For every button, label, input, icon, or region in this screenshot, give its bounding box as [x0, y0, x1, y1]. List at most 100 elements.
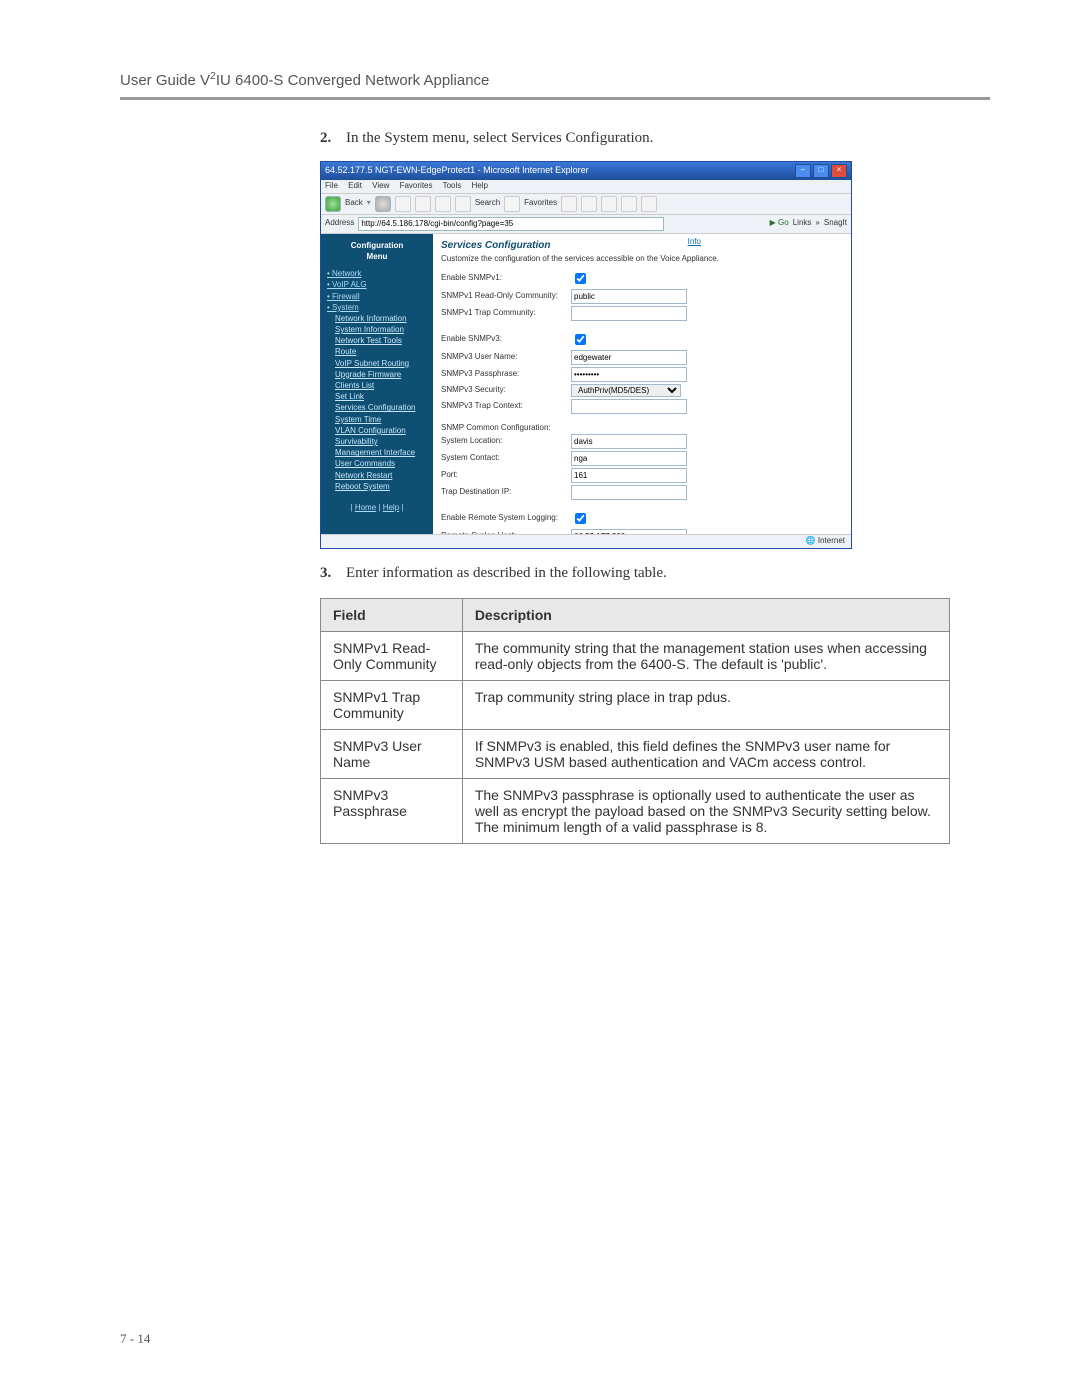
go-button[interactable]: ▶ Go: [770, 219, 789, 228]
lbl-snmpv1-ro: SNMPv1 Read-Only Community:: [441, 292, 571, 301]
lbl-enable-snmpv3: Enable SNMPv3:: [441, 335, 571, 344]
ie-statusbar: 🌐 Internet: [321, 534, 851, 548]
input-snmpv1-trap[interactable]: [571, 306, 687, 321]
lbl-enable-snmpv1: Enable SNMPv1:: [441, 274, 571, 283]
sidebar-sub-set-link[interactable]: Set Link: [335, 391, 427, 402]
minimize-button[interactable]: –: [795, 164, 811, 178]
header-prefix: User Guide V: [120, 72, 210, 89]
stop-icon[interactable]: [395, 196, 411, 212]
links-label[interactable]: Links: [793, 219, 812, 228]
mail-icon[interactable]: [581, 196, 597, 212]
sidebar-item-network[interactable]: Network: [327, 268, 427, 279]
step-3: 3. Enter information as described in the…: [320, 565, 950, 582]
sidebar-sub-upgrade[interactable]: Upgrade Firmware: [335, 369, 427, 380]
sidebar-sub-system-time[interactable]: System Time: [335, 414, 427, 425]
step-2: 2. In the System menu, select Services C…: [320, 130, 950, 147]
favorites-label[interactable]: Favorites: [524, 199, 557, 208]
ie-window: 64.52.177.5 NGT-EWN-EdgeProtect1 - Micro…: [320, 161, 852, 549]
messenger-icon[interactable]: [641, 196, 657, 212]
cell-field: SNMPv3 User Name: [321, 729, 463, 778]
sidebar-sub-mgmt[interactable]: Management Interface: [335, 447, 427, 458]
cell-desc: If SNMPv3 is enabled, this field defines…: [462, 729, 949, 778]
back-label[interactable]: Back: [345, 199, 363, 208]
info-link[interactable]: Info: [688, 238, 701, 247]
menu-edit[interactable]: Edit: [348, 181, 362, 190]
sidebar-home-link[interactable]: Home: [355, 503, 376, 512]
input-syslog-host[interactable]: [571, 529, 687, 533]
address-input[interactable]: [358, 217, 664, 231]
input-snmpv3-ctx[interactable]: [571, 399, 687, 414]
header-suffix: IU 6400-S Converged Network Appliance: [216, 72, 490, 89]
input-sys-loc[interactable]: [571, 434, 687, 449]
lbl-port: Port:: [441, 471, 571, 480]
refresh-icon[interactable]: [415, 196, 431, 212]
close-button[interactable]: ×: [831, 164, 847, 178]
sidebar-help-link[interactable]: Help: [383, 503, 399, 512]
step-text: In the System menu, select Services Conf…: [346, 130, 653, 147]
input-snmpv3-user[interactable]: [571, 350, 687, 365]
lbl-sys-loc: System Location:: [441, 437, 571, 446]
history-icon[interactable]: [561, 196, 577, 212]
print-icon[interactable]: [601, 196, 617, 212]
table-row: SNMPv3 User Name If SNMPv3 is enabled, t…: [321, 729, 950, 778]
description-table: Field Description SNMPv1 Read-Only Commu…: [320, 598, 950, 844]
back-icon[interactable]: [325, 196, 341, 212]
lbl-snmpv3-user: SNMPv3 User Name:: [441, 353, 571, 362]
step-num: 3.: [320, 565, 346, 582]
favorites-icon[interactable]: [504, 196, 520, 212]
home-icon[interactable]: [435, 196, 451, 212]
lbl-snmpv3-pass: SNMPv3 Passphrase:: [441, 370, 571, 379]
sidebar-sub-route[interactable]: Route: [335, 346, 427, 357]
sidebar-sub-system-info[interactable]: System Information: [335, 324, 427, 335]
input-trap-dest[interactable]: [571, 485, 687, 500]
menu-tools[interactable]: Tools: [443, 181, 462, 190]
sidebar-sub-voip-subnet[interactable]: VoIP Subnet Routing: [335, 358, 427, 369]
menu-view[interactable]: View: [372, 181, 389, 190]
edit-icon[interactable]: [621, 196, 637, 212]
menu-help[interactable]: Help: [472, 181, 488, 190]
cell-field: SNMPv1 Read-Only Community: [321, 631, 463, 680]
config-sidebar: ConfigurationMenu Network VoIP ALG Firew…: [321, 234, 433, 534]
chk-remote-log[interactable]: [575, 513, 586, 524]
sidebar-item-firewall[interactable]: Firewall: [327, 291, 427, 302]
sidebar-sub-clients[interactable]: Clients List: [335, 380, 427, 391]
sidebar-sub-survivability[interactable]: Survivability: [335, 436, 427, 447]
menu-favorites[interactable]: Favorites: [400, 181, 433, 190]
menu-file[interactable]: File: [325, 181, 338, 190]
input-snmpv3-pass[interactable]: [571, 367, 687, 382]
cell-field: SNMPv1 Trap Community: [321, 680, 463, 729]
page-header: User Guide V2IU 6400-S Converged Network…: [120, 70, 990, 97]
sidebar-sub-net-test[interactable]: Network Test Tools: [335, 335, 427, 346]
sidebar-sub-services[interactable]: Services Configuration: [335, 402, 427, 413]
sidebar-sub-vlan[interactable]: VLAN Configuration: [335, 425, 427, 436]
sidebar-item-system[interactable]: System: [327, 302, 427, 313]
step-num: 2.: [320, 130, 346, 147]
input-snmpv1-ro[interactable]: [571, 289, 687, 304]
maximize-button[interactable]: □: [813, 164, 829, 178]
sidebar-sub-user-cmds[interactable]: User Commands: [335, 458, 427, 469]
search-icon[interactable]: [455, 196, 471, 212]
header-rule: [120, 97, 990, 100]
chk-enable-snmpv3[interactable]: [575, 334, 586, 345]
select-snmpv3-sec[interactable]: AuthPriv(MD5/DES): [571, 384, 681, 397]
snagit-button[interactable]: SnagIt: [824, 219, 847, 228]
sidebar-title: ConfigurationMenu: [327, 240, 427, 262]
sidebar-item-voip-alg[interactable]: VoIP ALG: [327, 279, 427, 290]
sidebar-sub-reboot[interactable]: Reboot System: [335, 481, 427, 492]
chk-enable-snmpv1[interactable]: [575, 273, 586, 284]
panel-intro: Customize the configuration of the servi…: [441, 255, 843, 264]
sidebar-sub-network-info[interactable]: Network Information: [335, 313, 427, 324]
sidebar-sub-net-restart[interactable]: Network Restart: [335, 470, 427, 481]
input-port[interactable]: [571, 468, 687, 483]
step-text: Enter information as described in the fo…: [346, 565, 667, 582]
lbl-common-hdr: SNMP Common Configuration:: [441, 424, 571, 433]
forward-icon[interactable]: [375, 196, 391, 212]
window-buttons: – □ ×: [795, 164, 847, 178]
links-chevron-icon: »: [815, 219, 819, 228]
main-panel: Info Services Configuration Customize th…: [433, 234, 851, 534]
table-row: SNMPv1 Read-Only Community The community…: [321, 631, 950, 680]
lbl-trap-dest: Trap Destination IP:: [441, 488, 571, 497]
search-label[interactable]: Search: [475, 199, 500, 208]
ie-titlebar: 64.52.177.5 NGT-EWN-EdgeProtect1 - Micro…: [321, 162, 851, 180]
input-sys-contact[interactable]: [571, 451, 687, 466]
